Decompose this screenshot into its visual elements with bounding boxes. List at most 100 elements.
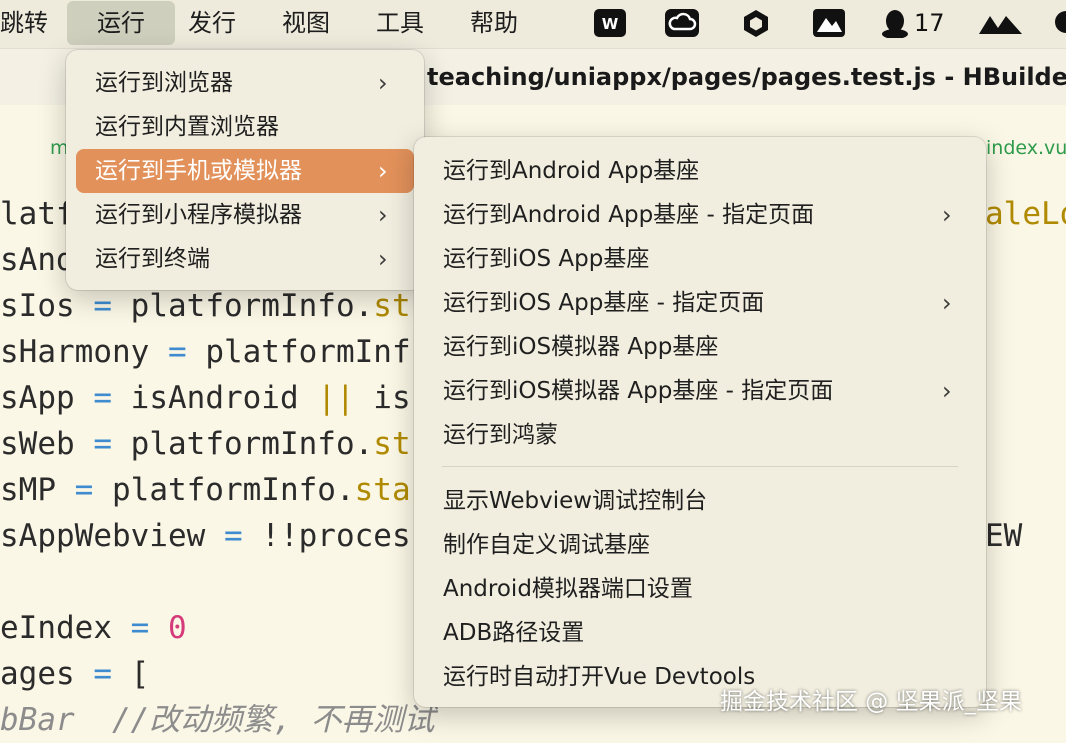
- cloud-icon[interactable]: [664, 8, 700, 38]
- chevron-right-icon: ›: [942, 377, 952, 405]
- menu-item-label: 制作自定义调试基座: [443, 532, 650, 558]
- menu-view[interactable]: 视图: [282, 0, 330, 46]
- code-line: sApp = isAndroid || is: [0, 375, 411, 421]
- chat-icon[interactable]: [1052, 8, 1066, 38]
- code-token: sWeb: [0, 426, 94, 462]
- code-line-right: EW: [985, 513, 1022, 559]
- menu-item-run-browser[interactable]: 运行到浏览器 ›: [76, 61, 414, 105]
- code-operator: =: [74, 472, 94, 508]
- code-token: sHarmony: [0, 334, 168, 370]
- menu-item-label: 运行到手机或模拟器: [95, 158, 302, 184]
- code-token: sIos: [0, 288, 94, 324]
- window-title: teaching/uniappx/pages/pages.test.js - H…: [427, 63, 1066, 91]
- menu-item-label: 运行到鸿蒙: [443, 422, 558, 448]
- menu-item-label: 运行到终端: [95, 246, 210, 272]
- menu-item-label: 运行到iOS App基座 - 指定页面: [443, 290, 765, 316]
- code-line: sAppWebview = !!proces: [0, 513, 411, 559]
- menu-item-webview-console[interactable]: 显示Webview调试控制台: [424, 479, 976, 523]
- menu-item-ios-base-page[interactable]: 运行到iOS App基座 - 指定页面 ›: [424, 281, 976, 325]
- code-token: [: [112, 656, 150, 692]
- code-operator: =: [130, 610, 150, 646]
- code-property: st: [373, 288, 411, 324]
- code-operator: =: [93, 656, 112, 692]
- menu-item-label: 运行到Android App基座: [443, 158, 700, 184]
- device-submenu: 运行到Android App基座 运行到Android App基座 - 指定页面…: [414, 137, 986, 707]
- code-token: sApp: [0, 380, 94, 416]
- chevron-right-icon: ›: [942, 201, 952, 229]
- menu-item-ios-base[interactable]: 运行到iOS App基座: [424, 237, 976, 281]
- code-token: is: [354, 380, 411, 416]
- watermark: 掘金技术社区 @ 坚果派_坚果: [720, 689, 1023, 715]
- menu-tools[interactable]: 工具: [376, 0, 424, 46]
- code-token: latf: [0, 196, 75, 232]
- code-token: platformInf: [186, 334, 411, 370]
- menu-item-label: 显示Webview调试控制台: [443, 488, 708, 514]
- menu-item-run-miniprogram[interactable]: 运行到小程序模拟器 ›: [76, 193, 414, 237]
- code-token: ages: [0, 656, 94, 692]
- code-token: !!proces: [242, 518, 411, 554]
- menu-item-label: Android模拟器端口设置: [443, 576, 693, 602]
- code-operator: =: [93, 426, 112, 462]
- menu-item-ios-simulator-base[interactable]: 运行到iOS模拟器 App基座: [424, 325, 976, 369]
- menu-item-run-terminal[interactable]: 运行到终端 ›: [76, 237, 414, 281]
- code-line: sMP = platformInfo.sta: [0, 467, 411, 513]
- chevron-right-icon: ›: [378, 201, 388, 229]
- qq-unread-count: 17: [914, 9, 945, 37]
- run-menu: 运行到浏览器 › 运行到内置浏览器 运行到手机或模拟器 › 运行到小程序模拟器 …: [66, 50, 424, 290]
- menu-item-adb-path[interactable]: ADB路径设置: [424, 611, 976, 655]
- menu-item-ios-simulator-base-page[interactable]: 运行到iOS模拟器 App基座 - 指定页面 ›: [424, 369, 976, 413]
- menu-item-run-builtin-browser[interactable]: 运行到内置浏览器: [76, 105, 414, 149]
- code-operator: =: [167, 334, 187, 370]
- wps-icon[interactable]: W: [593, 8, 627, 38]
- code-property: st: [373, 426, 411, 462]
- menu-item-label: 运行到小程序模拟器: [95, 202, 302, 228]
- code-token: EW: [985, 518, 1023, 554]
- code-token: platformInfo.: [93, 472, 355, 508]
- hexagon-icon[interactable]: [742, 8, 770, 38]
- chevron-right-icon: ›: [942, 289, 952, 317]
- code-comment: //改动频繁, 不再测试: [111, 702, 435, 738]
- tab-right-label[interactable]: index.vue: [986, 137, 1066, 159]
- code-line: sWeb = platformInfo.st: [0, 421, 411, 467]
- qq-icon[interactable]: [880, 8, 910, 38]
- menu-jump[interactable]: 跳转: [0, 0, 48, 46]
- menu-item-label: 运行到iOS App基座: [443, 246, 650, 272]
- chevron-right-icon: ›: [378, 157, 388, 185]
- code-token: platformInfo.: [112, 426, 374, 462]
- code-line: ages = [: [0, 651, 149, 697]
- menu-item-android-base[interactable]: 运行到Android App基座: [424, 149, 976, 193]
- menu-item-label: 运行到iOS模拟器 App基座: [443, 334, 719, 360]
- code-token: sAppWebview: [0, 518, 224, 554]
- code-number: 0: [149, 610, 187, 646]
- menu-item-android-base-page[interactable]: 运行到Android App基座 - 指定页面 ›: [424, 193, 976, 237]
- code-line: eIndex = 0: [0, 605, 187, 651]
- menu-item-run-device[interactable]: 运行到手机或模拟器 ›: [76, 149, 414, 193]
- code-line: sAnd: [0, 237, 75, 283]
- code-token: isAndroid: [112, 380, 318, 416]
- image-app-icon[interactable]: [812, 8, 846, 38]
- code-line: sHarmony = platformInf: [0, 329, 411, 375]
- chevron-right-icon: ›: [378, 69, 388, 97]
- menu-publish[interactable]: 发行: [188, 0, 236, 46]
- code-token: bBar: [0, 702, 112, 738]
- svg-text:W: W: [602, 15, 619, 33]
- code-property: sta: [354, 472, 411, 508]
- code-line: bBar //改动频繁, 不再测试: [0, 697, 435, 743]
- menu-item-harmony[interactable]: 运行到鸿蒙: [424, 413, 976, 457]
- system-menu-bar: 跳转 运行 发行 视图 工具 帮助 W 17: [0, 0, 1066, 49]
- code-token: sMP: [0, 472, 75, 508]
- code-token: platformInfo.: [112, 288, 374, 324]
- code-line: latf: [0, 191, 75, 237]
- menu-run[interactable]: 运行: [67, 1, 175, 45]
- menu-item-label: 运行到内置浏览器: [95, 114, 279, 140]
- code-token: aleLo: [985, 196, 1066, 232]
- code-operator: =: [223, 518, 243, 554]
- mountain-icon[interactable]: [978, 8, 1024, 38]
- code-operator: =: [93, 288, 112, 324]
- code-operator: ||: [317, 380, 355, 416]
- menu-help[interactable]: 帮助: [470, 0, 518, 46]
- code-operator: =: [93, 380, 112, 416]
- menu-separator: [442, 466, 958, 467]
- menu-item-custom-debug-base[interactable]: 制作自定义调试基座: [424, 523, 976, 567]
- menu-item-android-emulator-port[interactable]: Android模拟器端口设置: [424, 567, 976, 611]
